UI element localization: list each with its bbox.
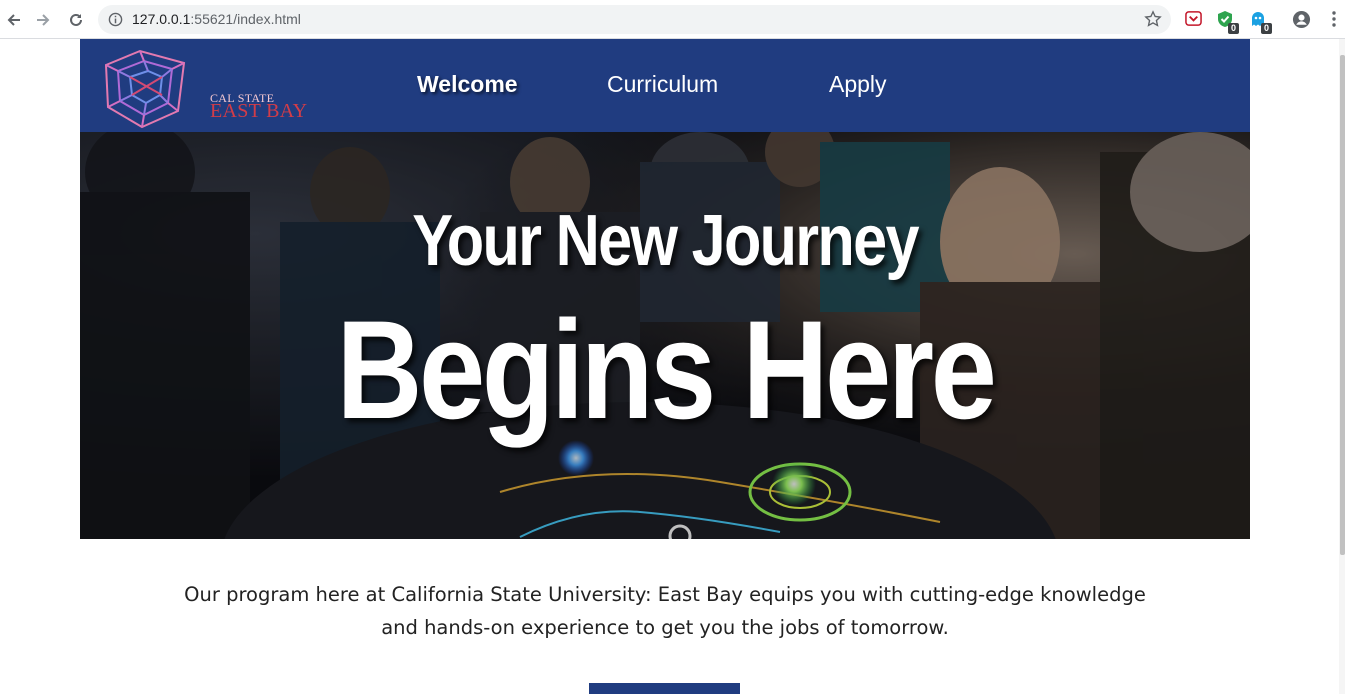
hero-headline-line-1: Your New Journey xyxy=(412,201,919,281)
shield-check-icon[interactable]: 0 xyxy=(1216,10,1239,34)
url-path: :55621/index.html xyxy=(190,11,301,27)
url-host: 127.0.0.1 xyxy=(132,11,191,27)
browser-toolbar: 127.0.0.1:55621/index.html 0 0 xyxy=(0,0,1345,39)
page-scrollbar[interactable] xyxy=(1339,39,1345,694)
bookmark-star-icon[interactable] xyxy=(1144,10,1162,33)
ghost-icon[interactable]: 0 xyxy=(1249,10,1272,34)
back-button[interactable] xyxy=(2,8,26,32)
site-header: CAL STATE EAST BAY Welcome Curriculum Ap… xyxy=(80,39,1250,132)
back-arrow-icon xyxy=(7,14,20,26)
cta-button[interactable] xyxy=(589,683,740,694)
extension-badge: 0 xyxy=(1228,23,1239,34)
reload-button[interactable] xyxy=(64,8,88,32)
nav-welcome[interactable]: Welcome xyxy=(417,71,518,98)
hero-headline-line-2: Begins Here xyxy=(336,291,996,448)
account-avatar-icon[interactable] xyxy=(1292,10,1311,29)
forward-arrow-icon xyxy=(37,14,50,26)
nav-curriculum[interactable]: Curriculum xyxy=(607,71,718,98)
kebab-menu-icon[interactable] xyxy=(1328,10,1345,28)
extension-badge: 0 xyxy=(1261,23,1272,34)
url-text[interactable]: 127.0.0.1:55621/index.html xyxy=(132,11,301,27)
pocket-icon[interactable] xyxy=(1185,10,1203,28)
hypercube-logo-icon xyxy=(104,49,186,129)
nav-apply[interactable]: Apply xyxy=(829,71,887,98)
scrollbar-thumb[interactable] xyxy=(1340,55,1345,555)
cal-state-east-bay-logo[interactable]: CAL STATE EAST BAY xyxy=(100,45,307,129)
intro-paragraph: Our program here at California State Uni… xyxy=(184,583,1146,639)
address-bar[interactable]: 127.0.0.1:55621/index.html xyxy=(98,5,1171,34)
hero-banner: Your New Journey Begins Here xyxy=(80,132,1250,539)
reload-icon xyxy=(70,13,82,26)
logo-text-east-bay: EAST BAY xyxy=(210,100,308,122)
forward-button[interactable] xyxy=(31,8,55,32)
info-icon[interactable] xyxy=(108,12,123,32)
